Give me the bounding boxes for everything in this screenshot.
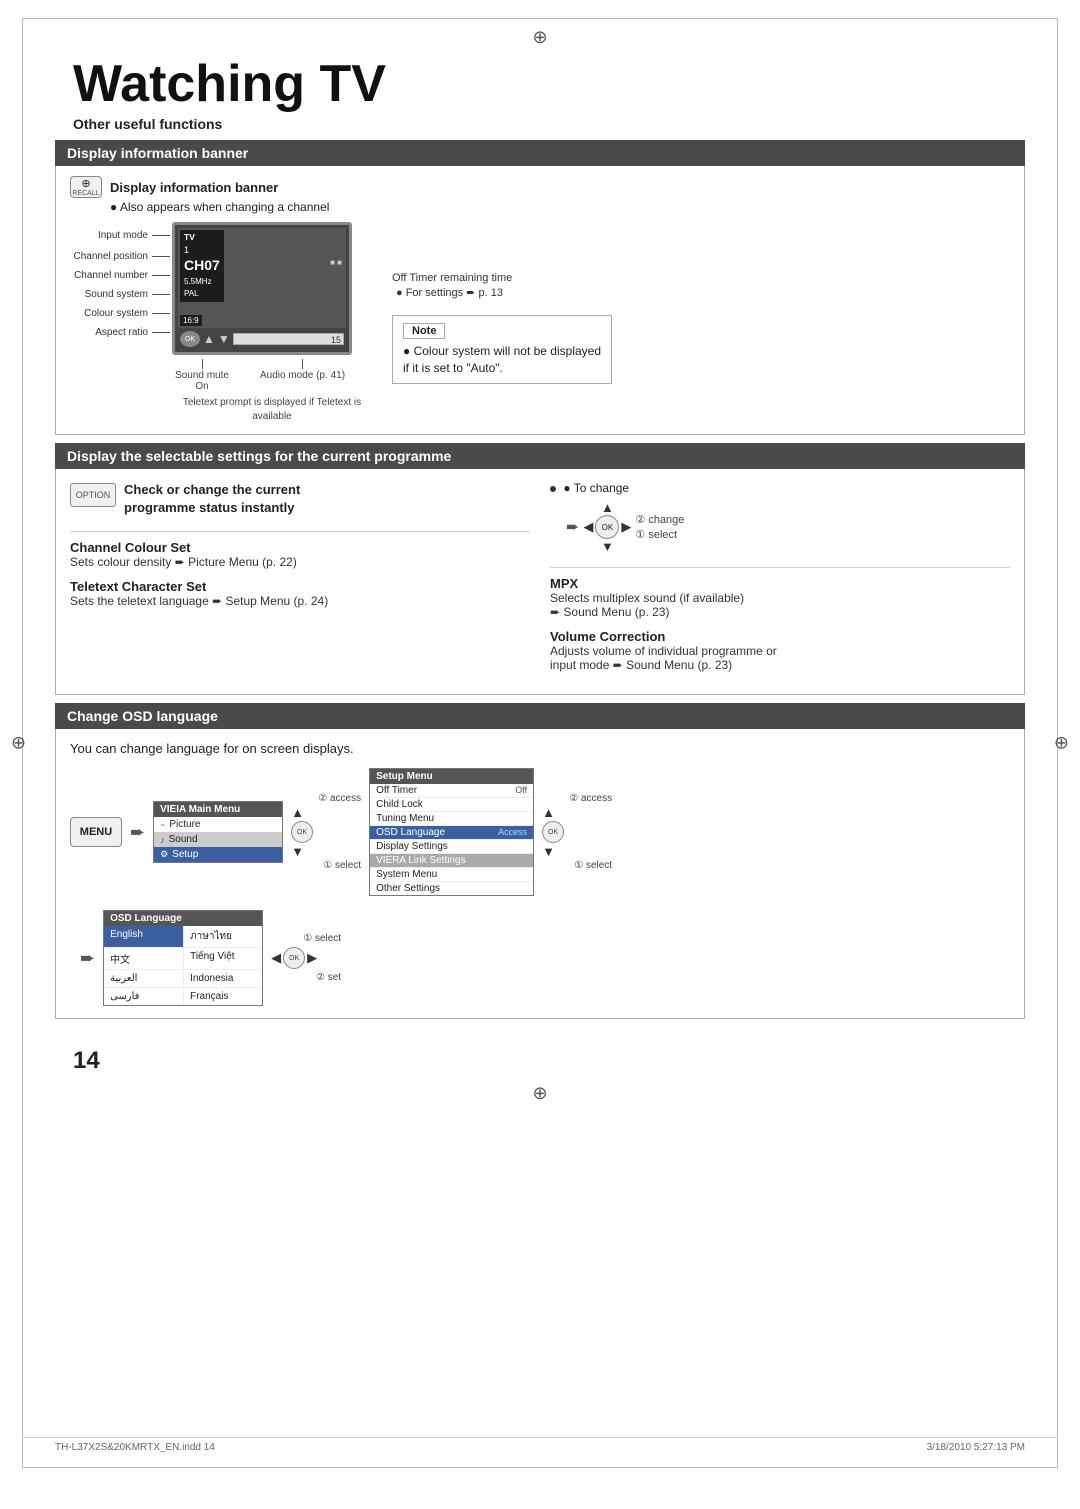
also-appears-text: ● Also appears when changing a channel	[110, 200, 1010, 214]
option-icon: OPTION	[70, 483, 116, 507]
menu-button[interactable]: MENU	[70, 817, 122, 847]
nav-control-2: ② access ▲ OK ▼ ① select	[542, 793, 612, 871]
page-title: Watching TV	[23, 48, 1057, 116]
teletext-char-set: Teletext Character Set Sets the teletext…	[70, 579, 530, 608]
check-text: Check or change the current programme st…	[124, 481, 300, 517]
section1-bar: Display information banner	[55, 140, 1025, 166]
viera-main-menu: VIEIA Main Menu ~ Picture ♪ Sound ⚙ Setu…	[153, 801, 283, 863]
footer-right: 3/18/2010 5:27:13 PM	[927, 1442, 1025, 1453]
page-number: 14	[73, 1047, 100, 1075]
banner-header-text: Display information banner	[110, 180, 278, 195]
mpx: MPX Selects multiplex sound (if availabl…	[550, 576, 1010, 619]
section2-content: OPTION Check or change the current progr…	[55, 469, 1025, 695]
osd-language-menu: OSD Language English ภาษาไทย 中文 Tiếng Vi…	[103, 910, 263, 1006]
nav-control-3: ① select ◀ OK ▶ ② set	[271, 933, 341, 983]
footer-left: TH-L37X2S&20KMRTX_EN.indd 14	[55, 1442, 215, 1453]
bottom-crosshair: ⊕	[23, 1083, 1057, 1110]
section1-content: ⊕ RECALL Display information banner ● Al…	[55, 166, 1025, 435]
tv-labels: Input mode Channel position Channel numb…	[70, 222, 170, 346]
flow-arrow-2: ➨	[80, 948, 95, 969]
channel-colour-set: Channel Colour Set Sets colour density ➨…	[70, 540, 530, 569]
teletext-note: Teletext prompt is displayed if Teletext…	[172, 396, 372, 424]
flow-arrow-1: ➨	[130, 822, 145, 843]
recall-icon: ⊕ RECALL	[70, 176, 102, 198]
volume-correction: Volume Correction Adjusts volume of indi…	[550, 629, 1010, 672]
top-crosshair: ⊕	[23, 19, 1057, 48]
note-box: Note ● Colour system will not be display…	[392, 315, 612, 384]
osd-intro: You can change language for on screen di…	[70, 741, 1010, 756]
right-crosshair: ⊕	[1054, 733, 1069, 754]
off-timer-area: Off Timer remaining time ● For settings …	[392, 272, 1010, 299]
left-crosshair: ⊕	[11, 733, 26, 754]
section2-bar: Display the selectable settings for the …	[55, 443, 1025, 469]
to-change-area: ● To change ➨ ▲ ◀ OK ▶	[550, 481, 1010, 553]
section3-content: You can change language for on screen di…	[55, 729, 1025, 1019]
footer: TH-L37X2S&20KMRTX_EN.indd 14 3/18/2010 5…	[23, 1437, 1057, 1457]
setup-menu: Setup Menu Off Timer Off Child Lock Tuni…	[369, 768, 534, 896]
section3-bar: Change OSD language	[55, 703, 1025, 729]
section-subtitle: Other useful functions	[23, 116, 1057, 140]
tv-diagram: TV 1 CH07 5.5MHz PAL	[172, 222, 372, 424]
nav-control-1: ② access ▲ OK ▼ ① select	[291, 793, 361, 871]
